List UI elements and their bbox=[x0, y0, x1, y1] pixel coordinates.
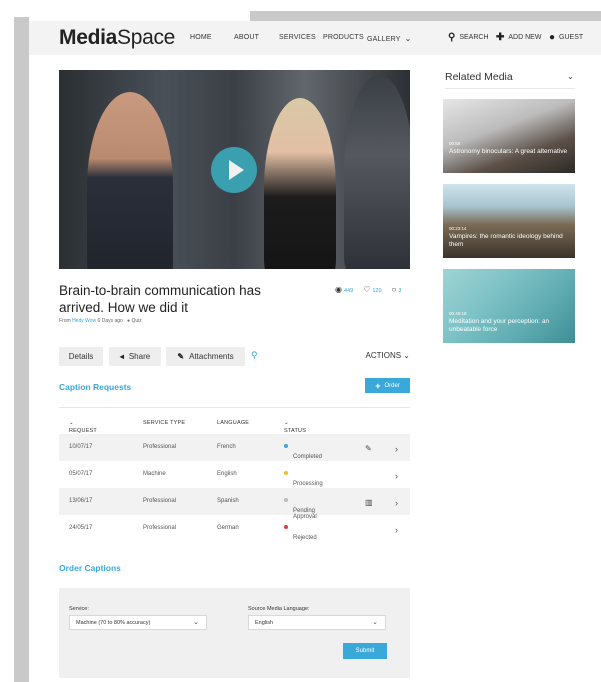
search-icon: ⚲ bbox=[448, 32, 456, 43]
chevron-right-icon[interactable]: › bbox=[395, 444, 398, 454]
chevron-right-icon[interactable]: › bbox=[395, 525, 398, 535]
edit-icon[interactable]: ✎ bbox=[365, 444, 372, 453]
column-language: LANGUAGE bbox=[217, 420, 250, 426]
chevron-down-icon[interactable]: ⌄ bbox=[567, 72, 574, 81]
video-person-left bbox=[87, 92, 173, 269]
related-item[interactable]: 00:45:18 Meditation and your perception:… bbox=[443, 269, 575, 343]
tab-share[interactable]: ◂ Share bbox=[109, 347, 161, 366]
chevron-down-icon: ⌄ bbox=[372, 619, 378, 626]
nav-gallery[interactable]: GALLERY ⌄ bbox=[367, 34, 411, 43]
comment-icon: ○ bbox=[391, 285, 397, 294]
eye-icon: ◉ bbox=[335, 285, 342, 294]
table-row[interactable]: 13/06/17 Professional Spanish Pending Ap… bbox=[59, 488, 410, 520]
status-badge: Pending Approval bbox=[284, 498, 317, 520]
frame-left-edge bbox=[14, 17, 29, 682]
chevron-down-icon: ⌄ bbox=[193, 619, 199, 626]
likes-button[interactable]: ♡ 120 bbox=[363, 285, 381, 294]
video-person-right bbox=[344, 75, 410, 269]
top-nav-bar: MediaSpace HOME ABOUT SERVICES PRODUCTS … bbox=[29, 21, 601, 55]
trash-icon[interactable]: ▥ bbox=[365, 498, 373, 507]
video-player[interactable] bbox=[59, 70, 410, 269]
nav-about[interactable]: ABOUT bbox=[234, 34, 259, 41]
paperclip-icon: ✎ bbox=[177, 352, 185, 361]
chevron-down-icon: ⌄ bbox=[404, 34, 412, 43]
add-new-button[interactable]: ✚ ADD NEW bbox=[496, 32, 541, 43]
tab-details[interactable]: Details bbox=[59, 347, 103, 366]
chevron-down-icon: ⌄ bbox=[403, 351, 410, 360]
author-link[interactable]: Hedy Wow bbox=[72, 318, 96, 324]
quiz-icon: ● bbox=[127, 318, 131, 324]
submit-button[interactable]: Submit bbox=[343, 643, 387, 659]
actions-dropdown[interactable]: ACTIONS ⌄ bbox=[366, 351, 411, 360]
plus-icon: + bbox=[375, 380, 381, 391]
search-button[interactable]: ⚲ SEARCH bbox=[448, 32, 489, 43]
media-stats: ◉ 449 ♡ 120 ○ 3 bbox=[335, 285, 401, 294]
column-status[interactable]: STATUS ⌄ bbox=[284, 420, 306, 434]
order-captions-form: Service: Machine (70 to 80% accuracy) ⌄ … bbox=[59, 588, 410, 678]
related-item[interactable]: 00:23:14 Vampires: the romantic ideology… bbox=[443, 184, 575, 258]
status-badge: Rejected bbox=[284, 525, 317, 541]
table-row[interactable]: 24/05/17 Professional German Rejected › bbox=[59, 515, 410, 542]
media-meta: From Hedy Wow 6 Days ago ● Quiz bbox=[59, 318, 142, 324]
related-media-title: Related Media bbox=[445, 71, 513, 83]
divider bbox=[445, 88, 575, 89]
search-icon[interactable]: ⚲ bbox=[251, 350, 258, 361]
logo[interactable]: MediaSpace bbox=[59, 26, 175, 50]
media-tabs: Details ◂ Share ✎ Attachments ⚲ ACTIONS ⌄ bbox=[59, 347, 410, 367]
media-title: Brain-to-brain communication has arrived… bbox=[59, 283, 261, 315]
nav-products[interactable]: PRODUCTS bbox=[323, 34, 364, 41]
tab-attachments[interactable]: ✎ Attachments bbox=[166, 347, 245, 366]
views-count: ◉ 449 bbox=[335, 285, 354, 294]
order-button[interactable]: + Order bbox=[365, 378, 410, 393]
status-badge: Processing bbox=[284, 471, 323, 487]
column-request-date[interactable]: REQUEST DATE ⌄ bbox=[69, 420, 97, 440]
table-header: REQUEST DATE ⌄ SERVICE TYPE LANGUAGE STA… bbox=[59, 412, 410, 440]
chevron-right-icon[interactable]: › bbox=[395, 498, 398, 508]
play-button[interactable] bbox=[211, 147, 257, 193]
service-label: Service: bbox=[69, 606, 89, 612]
video-person-center bbox=[264, 98, 336, 269]
comments-button[interactable]: ○ 3 bbox=[392, 285, 402, 294]
guest-menu[interactable]: ● GUEST bbox=[549, 32, 583, 43]
column-service-type: SERVICE TYPE bbox=[143, 420, 186, 426]
share-icon: ◂ bbox=[119, 352, 124, 361]
chevron-right-icon[interactable]: › bbox=[395, 471, 398, 481]
table-row[interactable]: 05/07/17 Machine English Processing › bbox=[59, 461, 410, 488]
language-label: Source Media Language: bbox=[248, 606, 310, 612]
frame-top-edge bbox=[250, 11, 601, 21]
nav-home[interactable]: HOME bbox=[190, 34, 212, 41]
status-badge: Completed bbox=[284, 444, 322, 460]
nav-services[interactable]: SERVICES bbox=[279, 34, 316, 41]
service-select[interactable]: Machine (70 to 80% accuracy) ⌄ bbox=[69, 615, 207, 630]
heart-icon: ♡ bbox=[363, 285, 371, 294]
language-select[interactable]: English ⌄ bbox=[248, 615, 386, 630]
related-item[interactable]: 00:59 Astronomy binoculars: A great alte… bbox=[443, 99, 575, 173]
order-captions-title: Order Captions bbox=[59, 563, 121, 573]
page: MediaSpace HOME ABOUT SERVICES PRODUCTS … bbox=[29, 21, 601, 682]
table-row[interactable]: 10/07/17 Professional French Completed ✎… bbox=[59, 434, 410, 461]
plus-icon: ✚ bbox=[496, 32, 505, 43]
user-icon: ● bbox=[549, 32, 556, 43]
divider bbox=[59, 407, 410, 408]
caption-requests-table: REQUEST DATE ⌄ SERVICE TYPE LANGUAGE STA… bbox=[59, 412, 410, 542]
caption-requests-title: Caption Requests bbox=[59, 382, 132, 392]
